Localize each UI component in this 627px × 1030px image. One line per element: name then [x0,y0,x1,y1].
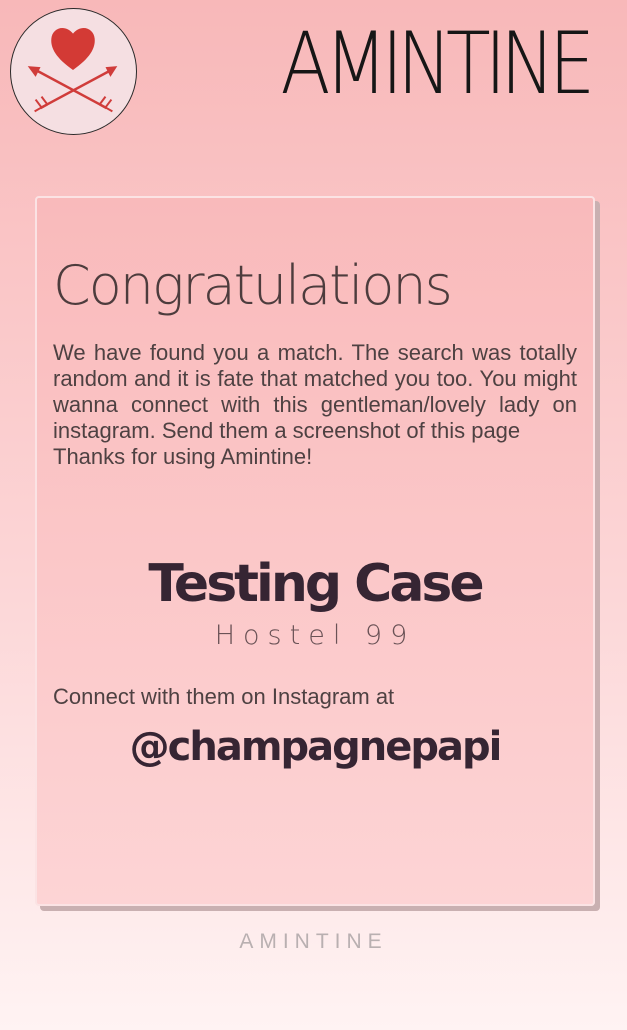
match-name: Testing Case [148,554,484,614]
brand-title: AMINTINE [280,14,595,114]
match-location: Hostel 99 [214,620,416,651]
match-card: Congratulations We have found you a matc… [35,196,595,906]
thanks-text: Thanks for using Amintine! [53,444,313,469]
heart-arrows-icon [27,27,118,113]
match-message-text: We have found you a match. The search wa… [53,340,577,443]
connect-label: Connect with them on Instagram at [53,684,395,709]
congratulations-heading: Congratulations [53,254,453,317]
match-message: We have found you a match. The search wa… [53,340,577,470]
footer-brand: AMINTINE [239,930,388,953]
instagram-handle[interactable]: @champagnepapi [37,724,593,770]
logo[interactable] [10,8,137,135]
